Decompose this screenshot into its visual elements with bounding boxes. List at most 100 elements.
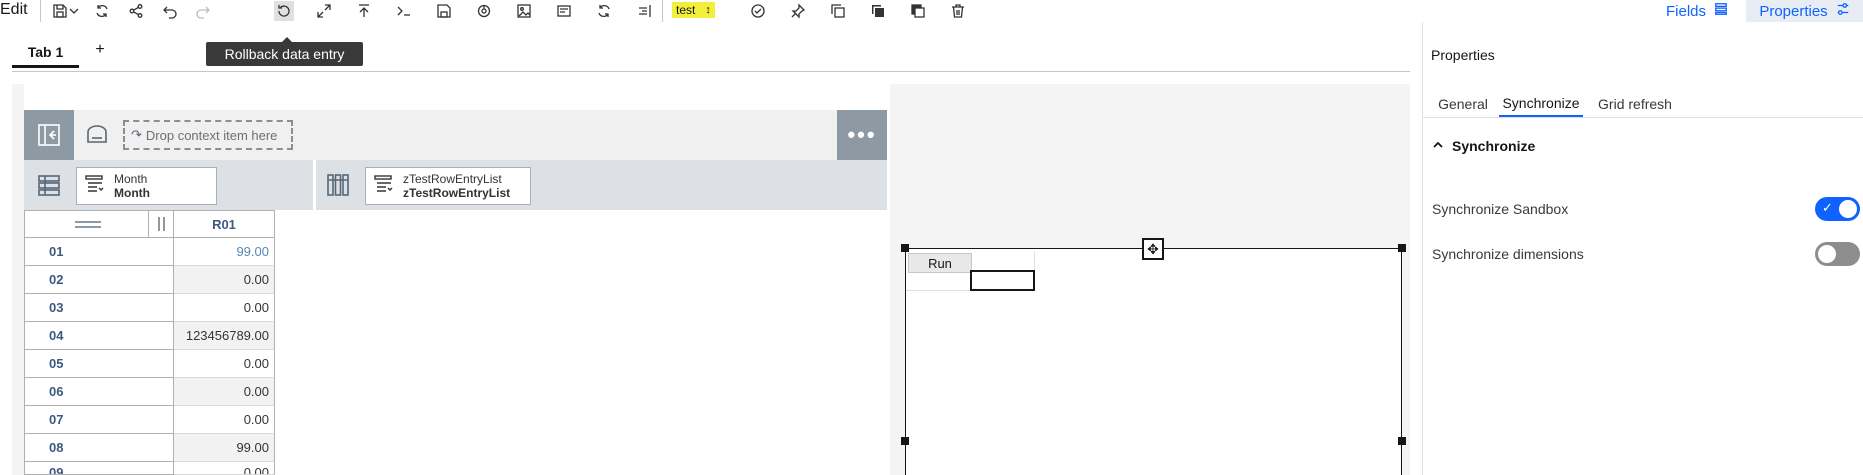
terminal-icon[interactable] bbox=[394, 1, 414, 21]
dimension-divider bbox=[313, 160, 316, 210]
row-header[interactable]: 08 bbox=[24, 434, 174, 462]
chevron-down-icon[interactable] bbox=[64, 1, 84, 21]
redirect-icon: ↷ bbox=[131, 127, 142, 142]
sandbox-name: test bbox=[676, 3, 696, 17]
drop-context-label: Drop context item here bbox=[145, 127, 278, 143]
grid-cell[interactable]: 0.00 bbox=[174, 266, 275, 294]
grid-cell[interactable]: 0.00 bbox=[174, 378, 275, 406]
collapse-panel-button[interactable] bbox=[24, 110, 74, 160]
toolbar-divider bbox=[40, 0, 41, 22]
sandbox-lock-icon: ↕ bbox=[705, 4, 711, 16]
grid-cell[interactable]: 123456789.00 bbox=[174, 322, 275, 350]
check-icon: ✓ bbox=[1822, 200, 1833, 215]
row-header[interactable]: 05 bbox=[24, 350, 174, 378]
context-drop-zone[interactable]: ↷ Drop context item here bbox=[123, 120, 293, 150]
row-header[interactable]: 09 bbox=[24, 462, 174, 475]
redo-icon[interactable] bbox=[193, 1, 213, 21]
fields-icon bbox=[1714, 2, 1728, 20]
rollback-data-entry-icon[interactable] bbox=[274, 1, 294, 21]
row-header[interactable]: 04 bbox=[24, 322, 174, 350]
section-title: Synchronize bbox=[1452, 138, 1536, 154]
synchronize-sandbox-label: Synchronize Sandbox bbox=[1432, 201, 1569, 217]
more-options-button[interactable]: ••• bbox=[837, 110, 887, 160]
grid-cell[interactable]: 0.00 bbox=[174, 294, 275, 322]
column-header-r01[interactable]: R01 bbox=[174, 210, 275, 238]
resize-handle[interactable] bbox=[901, 244, 909, 252]
refresh-icon[interactable] bbox=[92, 1, 112, 21]
row-header[interactable]: 02 bbox=[24, 266, 174, 294]
synchronize-dimensions-toggle[interactable] bbox=[1815, 242, 1860, 266]
chevron-up-icon bbox=[1432, 138, 1444, 154]
selected-cell[interactable] bbox=[970, 270, 1035, 291]
duplicate-icon[interactable] bbox=[868, 1, 888, 21]
toggle-knob bbox=[1839, 200, 1857, 218]
undo-icon[interactable] bbox=[160, 1, 180, 21]
grid-cell[interactable]: 0.00 bbox=[174, 406, 275, 434]
share-icon[interactable] bbox=[126, 1, 146, 21]
grid-cell[interactable]: 99.00 bbox=[174, 238, 275, 266]
sync-icon[interactable] bbox=[594, 1, 614, 21]
fields-label: Fields bbox=[1665, 2, 1706, 20]
image-icon[interactable] bbox=[514, 1, 534, 21]
add-tab-button[interactable]: + bbox=[92, 40, 108, 60]
hierarchy-icon bbox=[373, 173, 395, 200]
move-handle-icon[interactable]: ✥ bbox=[1142, 238, 1164, 260]
synchronize-section-header[interactable]: Synchronize bbox=[1432, 138, 1535, 154]
fields-button[interactable]: Fields bbox=[1650, 0, 1744, 22]
resize-handle[interactable] bbox=[1398, 437, 1406, 445]
row-hierarchy-name: Month bbox=[114, 172, 148, 186]
tab-1[interactable]: Tab 1 bbox=[12, 38, 79, 68]
publish-icon[interactable] bbox=[354, 1, 374, 21]
paste-icon[interactable] bbox=[908, 1, 928, 21]
sliders-icon bbox=[1836, 2, 1850, 20]
commit-check-icon[interactable] bbox=[748, 1, 768, 21]
properties-tab-divider bbox=[1422, 117, 1863, 118]
column-dimension-chip[interactable]: zTestRowEntryList zTestRowEntryList bbox=[365, 167, 531, 205]
toolbar-divider bbox=[662, 0, 663, 22]
copy-icon[interactable] bbox=[828, 1, 848, 21]
delete-icon[interactable] bbox=[948, 1, 968, 21]
sandbox-selector[interactable]: test ↕ bbox=[672, 2, 715, 18]
tab-general[interactable]: General bbox=[1433, 90, 1493, 118]
expand-icon[interactable] bbox=[314, 1, 334, 21]
row-dimension-chip[interactable]: Month Month bbox=[76, 167, 217, 205]
process-icon[interactable] bbox=[474, 1, 494, 21]
row-header[interactable]: 01 bbox=[24, 238, 174, 266]
grid-corner bbox=[24, 210, 174, 238]
grid-cell[interactable]: 0.00 bbox=[174, 350, 275, 378]
edit-mode-label[interactable]: Edit bbox=[0, 1, 28, 19]
properties-panel-title: Properties bbox=[1431, 47, 1495, 63]
row-header[interactable]: 06 bbox=[24, 378, 174, 406]
column-hierarchy-name: zTestRowEntryList bbox=[403, 172, 502, 186]
grid-cell[interactable]: 0.00 bbox=[174, 462, 275, 475]
rollback-tooltip: Rollback data entry bbox=[206, 37, 363, 66]
save-snapshot-icon[interactable] bbox=[434, 1, 454, 21]
resize-handle[interactable] bbox=[1398, 244, 1406, 252]
align-right-icon[interactable] bbox=[634, 1, 654, 21]
toggle-knob bbox=[1818, 245, 1836, 263]
cell-gridline bbox=[906, 273, 970, 291]
tab-grid-refresh[interactable]: Grid refresh bbox=[1592, 90, 1678, 118]
sandbox-dimension-icon[interactable] bbox=[82, 120, 112, 150]
tab-synchronize[interactable]: Synchronize bbox=[1499, 90, 1583, 118]
columns-icon[interactable] bbox=[323, 170, 353, 200]
tab-bar-divider bbox=[12, 71, 1410, 72]
properties-label: Properties bbox=[1759, 2, 1828, 20]
row-dimension-name: Month bbox=[114, 186, 150, 200]
synchronize-dimensions-label: Synchronize dimensions bbox=[1432, 246, 1584, 262]
rows-icon[interactable] bbox=[34, 170, 64, 200]
row-header[interactable]: 07 bbox=[24, 406, 174, 434]
form-icon[interactable] bbox=[554, 1, 574, 21]
synchronize-sandbox-toggle[interactable]: ✓ bbox=[1815, 197, 1860, 221]
top-toolbar: Edit test ↕ Fields Properties bbox=[0, 0, 1863, 22]
hierarchy-icon bbox=[84, 173, 106, 200]
pin-icon[interactable] bbox=[788, 1, 808, 21]
grid-cell[interactable]: 99.00 bbox=[174, 434, 275, 462]
run-button[interactable]: Run bbox=[908, 253, 972, 273]
row-header[interactable]: 03 bbox=[24, 294, 174, 322]
properties-button[interactable]: Properties bbox=[1746, 0, 1863, 22]
resize-handle[interactable] bbox=[901, 437, 909, 445]
column-resize-icon[interactable] bbox=[148, 211, 174, 237]
column-dimension-name: zTestRowEntryList bbox=[403, 186, 511, 200]
row-resize-icon[interactable] bbox=[75, 215, 101, 233]
